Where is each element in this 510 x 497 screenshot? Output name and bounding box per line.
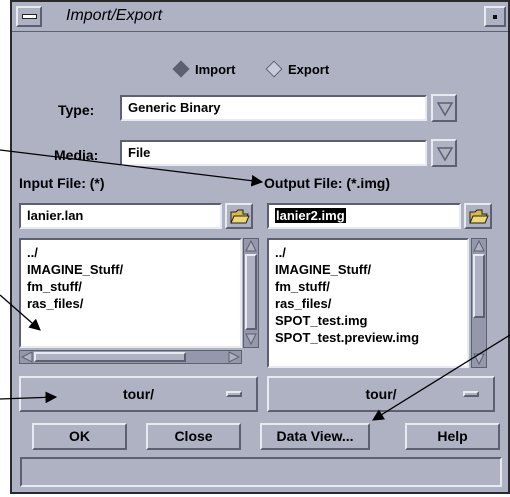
scroll-right-icon[interactable] (228, 351, 240, 363)
output-list-vertical-scrollbar[interactable] (471, 238, 487, 368)
scroll-left-icon[interactable] (21, 351, 33, 363)
open-folder-icon (230, 209, 250, 224)
help-button[interactable]: Help (405, 423, 500, 450)
window-menu-icon (22, 14, 37, 19)
input-directory-menu[interactable]: tour/ (19, 376, 258, 412)
output-browse-button[interactable] (464, 203, 492, 229)
list-item[interactable]: ../ (275, 244, 461, 261)
media-field[interactable]: File (120, 140, 427, 166)
list-item[interactable]: ras_files/ (275, 295, 461, 312)
scroll-up-icon[interactable] (473, 240, 485, 252)
output-list-scroll-thumb[interactable] (473, 254, 485, 318)
option-menu-indicator-icon (226, 391, 242, 397)
minimize-icon (493, 15, 497, 19)
input-file-label: Input File: (*) (19, 175, 105, 191)
import-radio[interactable]: Import (172, 60, 236, 78)
input-browse-button[interactable] (225, 203, 253, 229)
list-item[interactable]: IMAGINE_Stuff/ (27, 261, 234, 278)
list-item[interactable]: SPOT_test.preview.img (275, 329, 461, 346)
input-list-horizontal-scrollbar[interactable] (19, 350, 242, 364)
input-list-vertical-scrollbar[interactable] (243, 238, 259, 348)
export-radio[interactable]: Export (265, 60, 330, 78)
title-bar[interactable]: Import/Export (12, 2, 508, 32)
scroll-down-icon[interactable] (473, 353, 485, 365)
type-dropdown-button[interactable] (431, 94, 457, 122)
type-field[interactable]: Generic Binary (120, 95, 427, 121)
output-file-field[interactable]: lanier2.img (267, 203, 461, 229)
open-folder-icon (469, 209, 489, 224)
chevron-down-icon (436, 102, 454, 117)
window-menu-button[interactable] (16, 6, 42, 27)
list-item[interactable]: ras_files/ (27, 295, 234, 312)
scroll-down-icon[interactable] (245, 333, 257, 345)
radio-selected-icon (172, 60, 190, 78)
radio-unselected-icon (265, 60, 283, 78)
list-item[interactable]: fm_stuff/ (275, 278, 461, 295)
scroll-up-icon[interactable] (245, 240, 257, 252)
list-item[interactable]: ../ (27, 244, 234, 261)
output-directory-menu[interactable]: tour/ (267, 376, 495, 412)
minimize-button[interactable] (484, 6, 506, 27)
type-label: Type: (58, 102, 95, 118)
chevron-down-icon (436, 147, 454, 162)
input-file-field[interactable]: lanier.lan (19, 203, 222, 229)
media-label: Media: (54, 147, 99, 163)
output-directory-label: tour/ (365, 386, 397, 402)
output-file-list[interactable]: ../ IMAGINE_Stuff/ fm_stuff/ ras_files/ … (267, 238, 469, 368)
list-item[interactable]: fm_stuff/ (27, 278, 234, 295)
media-dropdown-button[interactable] (431, 139, 457, 167)
data-view-button[interactable]: Data View... (260, 423, 370, 450)
import-label: Import (195, 62, 236, 77)
import-export-dialog: Import/Export Import Export Type: Generi… (10, 0, 510, 494)
input-directory-label: tour/ (122, 386, 155, 402)
close-button[interactable]: Close (146, 423, 241, 450)
list-item[interactable]: SPOT_test.img (275, 312, 461, 329)
ok-button[interactable]: OK (32, 423, 127, 450)
output-file-label: Output File: (*.img) (264, 175, 390, 191)
list-item[interactable]: IMAGINE_Stuff/ (275, 261, 461, 278)
input-file-list[interactable]: ../ IMAGINE_Stuff/ fm_stuff/ ras_files/ (19, 238, 242, 348)
input-list-scroll-thumb[interactable] (245, 254, 257, 330)
window-title: Import/Export (66, 7, 163, 24)
output-file-selected-text: lanier2.img (275, 208, 346, 223)
status-bar (20, 457, 502, 487)
input-list-hscroll-thumb[interactable] (34, 352, 186, 362)
export-label: Export (288, 62, 330, 77)
option-menu-indicator-icon (463, 391, 479, 397)
